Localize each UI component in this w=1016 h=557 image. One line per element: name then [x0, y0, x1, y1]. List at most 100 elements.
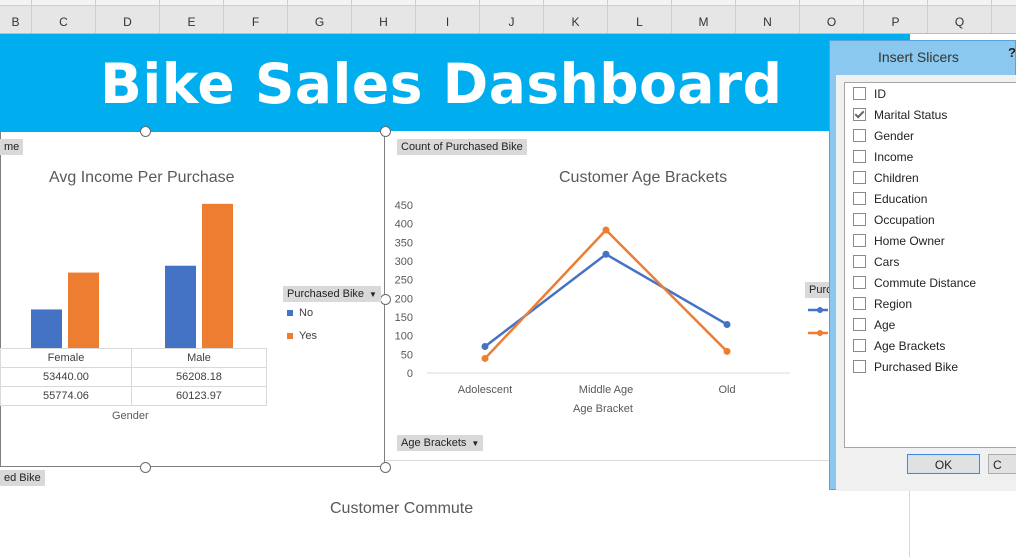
resize-handle-bottom[interactable]	[140, 462, 151, 473]
values-field-button[interactable]: me	[0, 139, 24, 155]
column-header-M[interactable]: M	[672, 0, 736, 33]
checkbox[interactable]	[853, 192, 866, 205]
bar-yes-female	[68, 272, 99, 348]
slicer-item[interactable]: Gender	[853, 129, 914, 147]
column-header-B[interactable]: B	[0, 0, 32, 33]
slicer-item-label: Income	[874, 150, 914, 164]
help-icon[interactable]: ?	[1008, 45, 1016, 60]
axis-field-button[interactable]: ed Bike	[0, 470, 45, 486]
column-header-I[interactable]: I	[416, 0, 480, 33]
checkbox[interactable]	[853, 255, 866, 268]
checkbox[interactable]	[853, 318, 866, 331]
legend-swatch	[287, 333, 293, 339]
chart-title-customer-commute: Customer Commute	[330, 500, 474, 517]
slicer-item-label: Marital Status	[874, 108, 948, 122]
slicer-item-label: Age Brackets	[874, 339, 946, 353]
slicer-item[interactable]: Age	[853, 318, 895, 336]
column-header-N[interactable]: N	[736, 0, 800, 33]
cancel-button[interactable]: C	[988, 454, 1016, 474]
chart-title-age-brackets: Customer Age Brackets	[559, 169, 728, 186]
series-point-1	[723, 347, 731, 355]
checkbox[interactable]	[853, 297, 866, 310]
bar-no-female	[31, 309, 62, 348]
ok-button[interactable]: OK	[907, 454, 980, 474]
checkbox[interactable]	[853, 171, 866, 184]
column-header-K[interactable]: K	[544, 0, 608, 33]
slicer-item[interactable]: Home Owner	[853, 234, 945, 252]
slicer-item[interactable]: Children	[853, 171, 919, 189]
column-header-D[interactable]: D	[96, 0, 160, 33]
checkbox[interactable]	[853, 276, 866, 289]
checkbox[interactable]	[853, 213, 866, 226]
column-header-F[interactable]: F	[224, 0, 288, 33]
slicer-item[interactable]: Age Brackets	[853, 339, 945, 357]
x-tick-label: Adolescent	[458, 384, 512, 396]
column-header-J[interactable]: J	[480, 0, 544, 33]
column-header-P[interactable]: P	[864, 0, 928, 33]
series-line-1	[484, 228, 728, 360]
column-header-O[interactable]: O	[800, 0, 864, 33]
slicer-item[interactable]: Cars	[853, 255, 899, 273]
legend-field-button[interactable]: Purchased Bike ▼	[283, 286, 381, 302]
resize-handle-top[interactable]	[140, 126, 151, 137]
dropdown-arrow-icon: ▼	[471, 439, 480, 448]
slicer-item[interactable]: Education	[853, 192, 927, 210]
series-point-0	[481, 342, 489, 350]
table-cell: Male	[131, 348, 267, 368]
legend-item-no: No	[287, 307, 313, 319]
legend-swatch	[287, 310, 293, 316]
y-tick-label: 250	[395, 275, 413, 287]
series-point-0	[723, 320, 731, 328]
age-brackets-line-chart: 0 50 100 150 200 250 300 350 400 450 Adolescent Mid…	[395, 200, 790, 396]
slicer-item-label: Cars	[874, 255, 900, 269]
count-field-button[interactable]: Count of Purchased Bike	[397, 139, 527, 155]
slicer-item[interactable]: Purchased Bike	[853, 360, 958, 378]
checkbox[interactable]	[853, 150, 866, 163]
column-header-H[interactable]: H	[352, 0, 416, 33]
age-brackets-field-button[interactable]: Age Brackets ▼	[397, 435, 484, 451]
resize-handle-bottom-right[interactable]	[380, 462, 391, 473]
dialog-body: ID Marital Status Gender Income Children Educ…	[836, 75, 1016, 491]
x-tick-label: Middle Age	[579, 384, 633, 396]
slicer-item-label: Gender	[874, 129, 915, 143]
resize-handle-top-right[interactable]	[380, 126, 391, 137]
slicer-field-list[interactable]: ID Marital Status Gender Income Children Educ…	[844, 82, 1016, 448]
column-header-C[interactable]: C	[32, 0, 96, 33]
legend-label: No	[299, 307, 314, 319]
y-tick-label: 350	[395, 237, 413, 249]
y-tick-label: 400	[395, 219, 413, 231]
table-cell: 60123.97	[131, 386, 267, 406]
table-cell: 56208.18	[131, 367, 267, 387]
column-header-E[interactable]: E	[160, 0, 224, 33]
checkbox[interactable]	[853, 129, 866, 142]
checkbox[interactable]	[853, 108, 866, 121]
dialog-title: Insert Slicers	[878, 49, 959, 65]
column-header-Q[interactable]: Q	[928, 0, 992, 33]
legend-marker-blue	[817, 307, 823, 313]
table-row: 55774.06 60123.97	[0, 386, 267, 406]
y-tick-label: 150	[395, 312, 413, 324]
slicer-item-label: Occupation	[874, 213, 935, 227]
slicer-item[interactable]: Income	[853, 150, 913, 168]
legend-label: Yes	[299, 330, 317, 342]
checkbox[interactable]	[853, 360, 866, 373]
y-tick-label: 450	[395, 200, 413, 212]
slicer-item[interactable]: Commute Distance	[853, 276, 976, 294]
y-tick-label: 100	[395, 331, 413, 343]
legend-line-markers	[808, 307, 828, 336]
checkbox[interactable]	[853, 339, 866, 352]
y-tick-label: 200	[395, 293, 413, 305]
column-header-G[interactable]: G	[288, 0, 352, 33]
y-tick-label: 50	[401, 349, 413, 361]
slicer-item[interactable]: Occupation	[853, 213, 935, 231]
legend-marker-orange	[817, 330, 823, 336]
column-header-L[interactable]: L	[608, 0, 672, 33]
slicer-item[interactable]: Region	[853, 297, 912, 315]
slicer-item-label: Education	[874, 192, 928, 206]
slicer-item-label: Age	[874, 318, 896, 332]
slicer-item[interactable]: ID	[853, 87, 886, 105]
dashboard-title: Bike Sales Dashboard	[100, 52, 783, 116]
checkbox[interactable]	[853, 234, 866, 247]
checkbox[interactable]	[853, 87, 866, 100]
slicer-item[interactable]: Marital Status	[853, 108, 947, 126]
